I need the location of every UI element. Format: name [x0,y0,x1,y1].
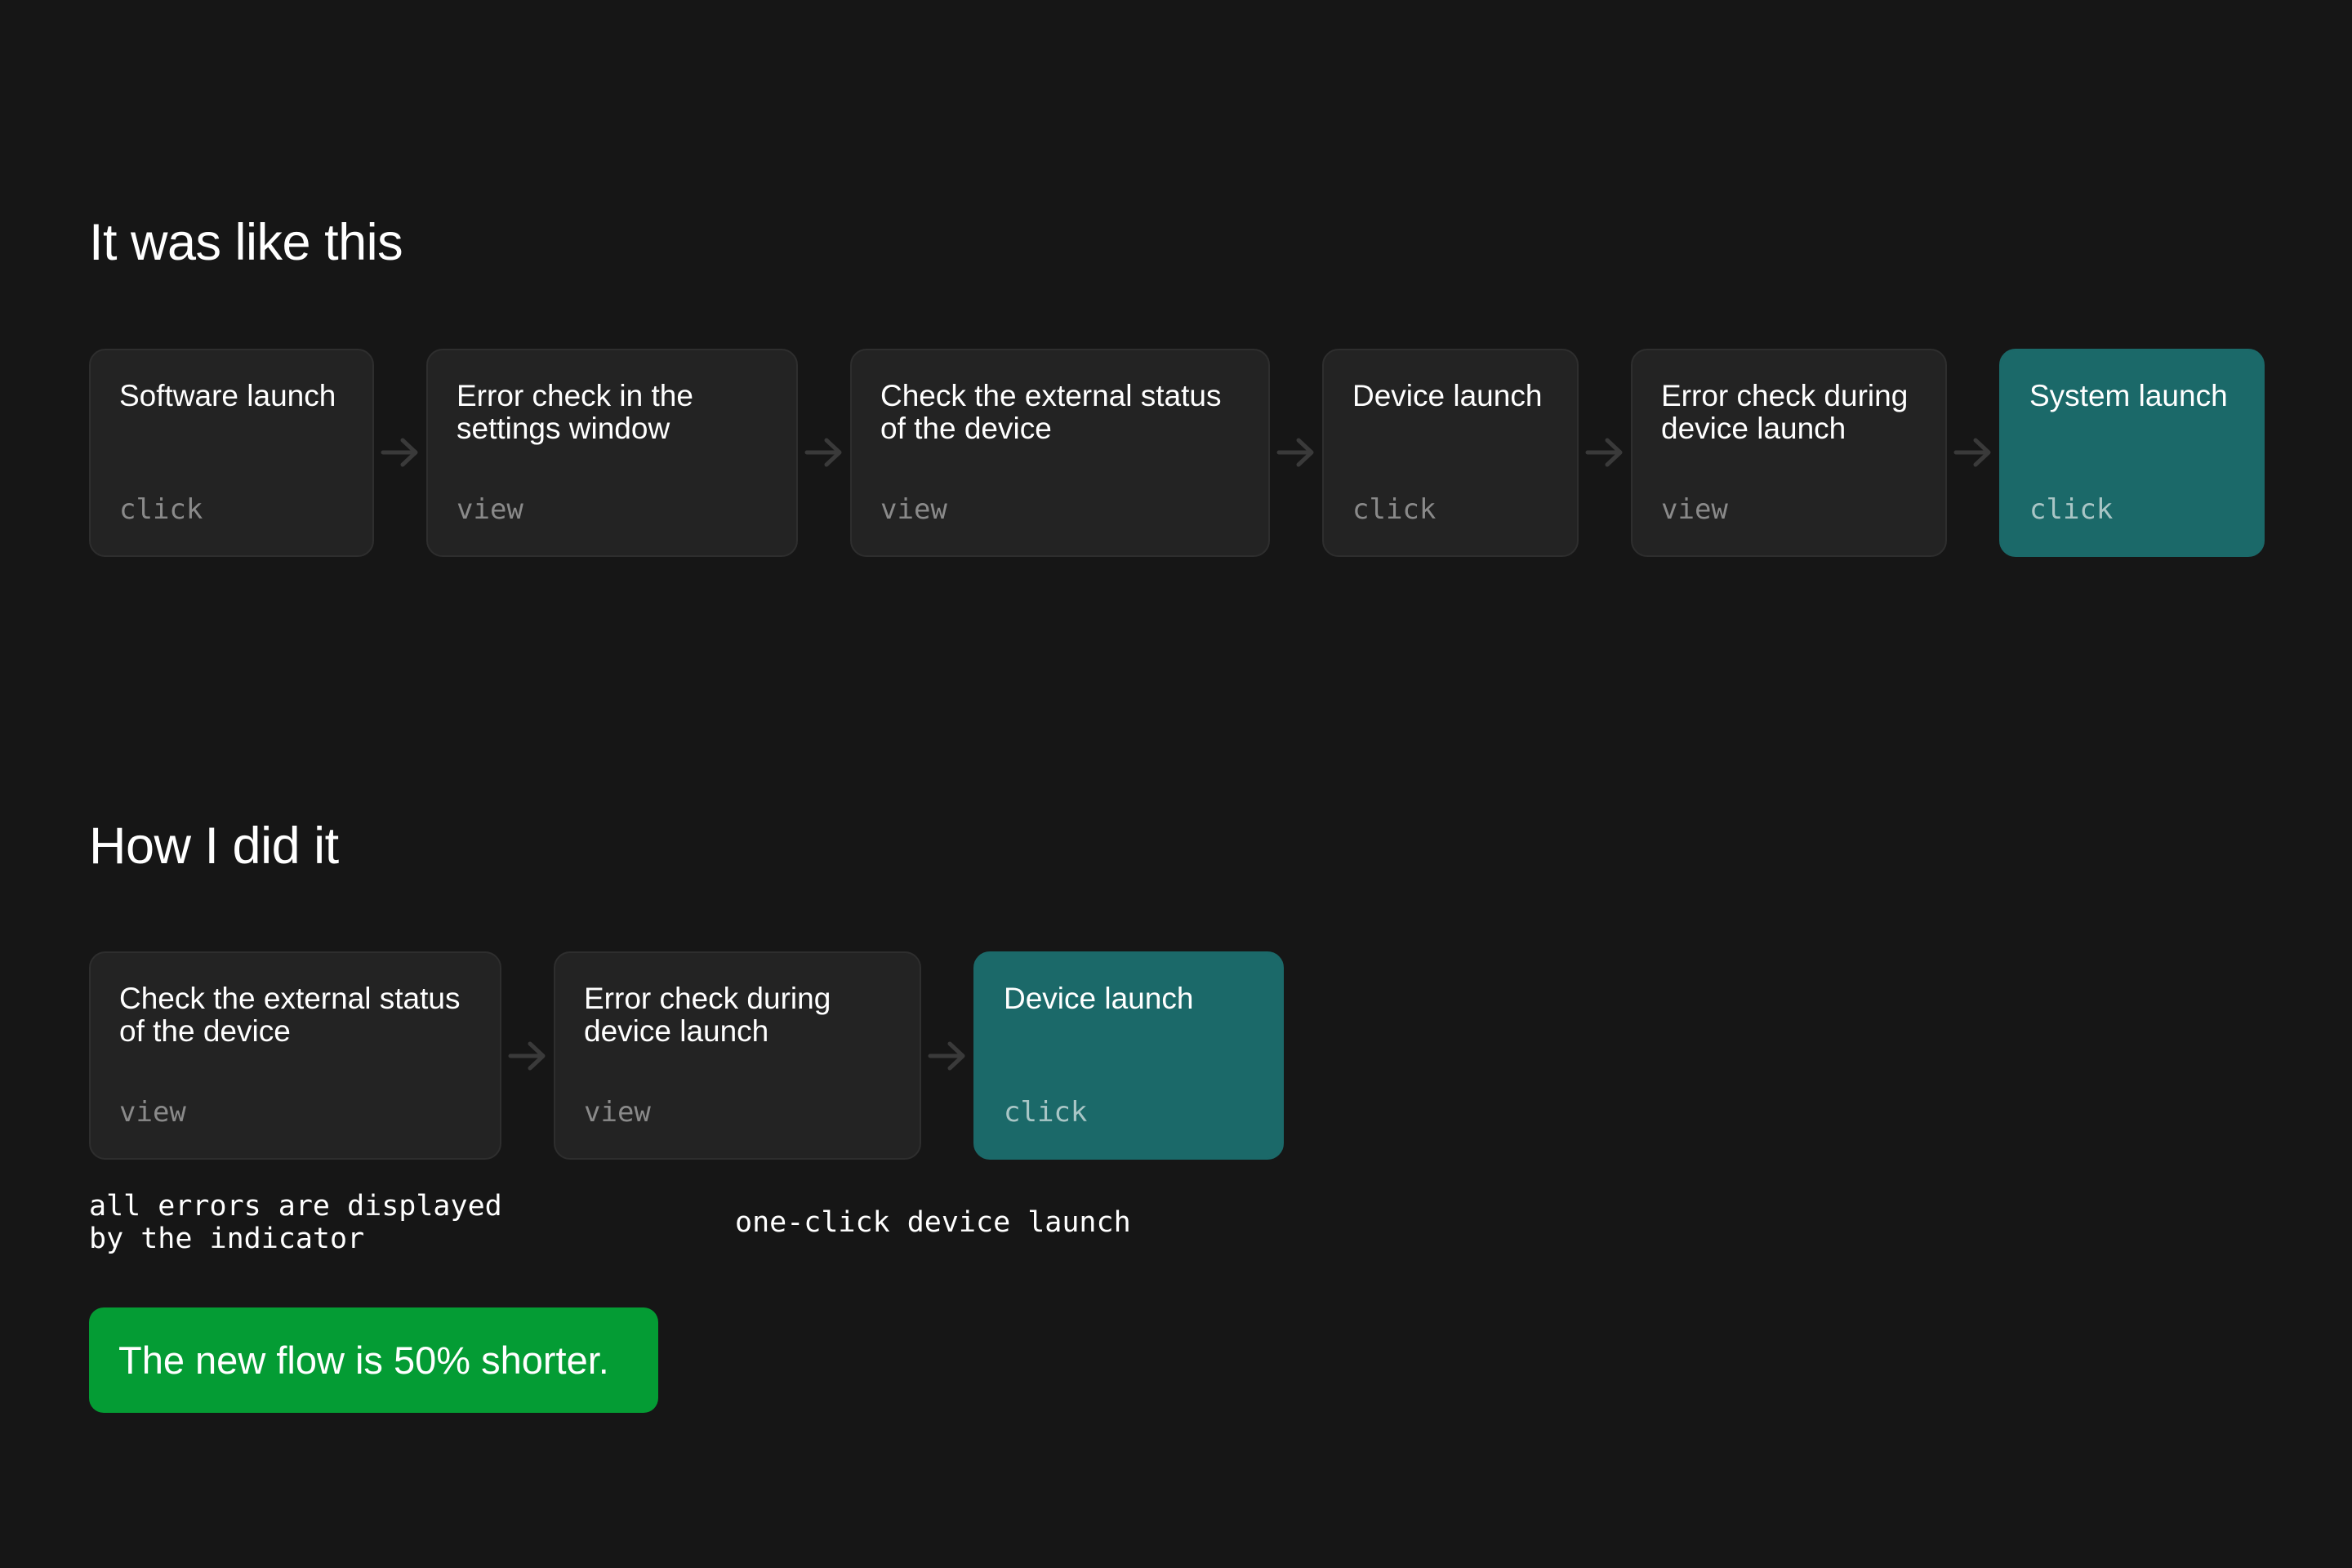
step-card-device-launch: Device launch click [973,951,1284,1160]
summary-callout: The new flow is 50% shorter. [89,1307,658,1413]
step-action: click [2029,493,2114,526]
step-title: Software launch [119,379,336,412]
step-card-error-check-settings: Error check in the settings window view [426,349,798,557]
step-title: Check the external status of the device [119,982,461,1048]
step-card-system-launch: System launch click [1999,349,2265,557]
arrow-right-icon [507,1041,548,1071]
step-action: view [584,1096,651,1129]
section-title-before: It was like this [89,214,403,271]
step-title: System launch [2029,379,2228,412]
step-card-external-status: Check the external status of the device … [850,349,1270,557]
step-title: Error check in the settings window [457,379,693,445]
step-action: view [457,493,523,526]
arrow-right-icon [380,438,421,467]
step-card-software-launch: Software launch click [89,349,374,557]
arrow-right-icon [1953,438,1993,467]
step-title: Error check during device launch [584,982,831,1048]
arrow-right-icon [804,438,844,467]
step-action: click [119,493,203,526]
step-title: Check the external status of the device [880,379,1222,445]
arrow-right-icon [1276,438,1316,467]
step-title: Device launch [1004,982,1194,1015]
step-action: click [1352,493,1437,526]
step-card-external-status: Check the external status of the device … [89,951,501,1160]
step-action: click [1004,1096,1088,1129]
step-title: Error check during device launch [1661,379,1909,445]
step-action: view [880,493,947,526]
step-card-device-launch: Device launch click [1322,349,1579,557]
step-title: Device launch [1352,379,1543,412]
step-card-error-check-launch: Error check during device launch view [554,951,921,1160]
arrow-right-icon [1584,438,1625,467]
step-action: view [119,1096,186,1129]
note-one-click-launch: one-click device launch [735,1206,1131,1239]
step-card-error-check-launch: Error check during device launch view [1631,349,1947,557]
step-action: view [1661,493,1728,526]
note-errors-indicator: all errors are displayed by the indicato… [89,1190,502,1255]
arrow-right-icon [927,1041,968,1071]
section-title-after: How I did it [89,817,339,875]
summary-text: The new flow is 50% shorter. [118,1339,609,1382]
